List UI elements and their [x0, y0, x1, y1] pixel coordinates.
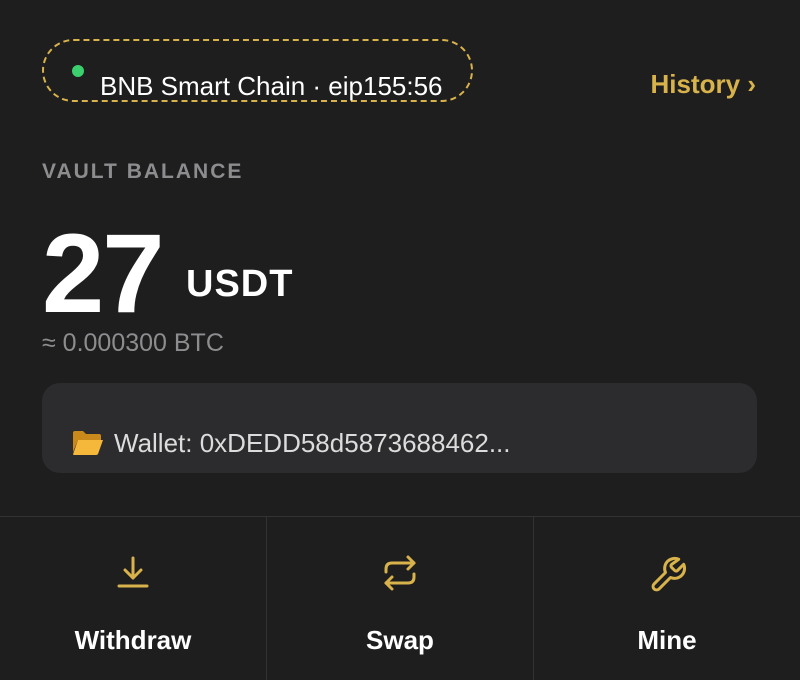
balance-btc-conversion: ≈ 0.000300 BTC — [42, 329, 224, 357]
wallet-address: Wallet: 0xDEDD58d5873688462... — [114, 428, 511, 458]
action-bar: Withdraw Swap Mine — [0, 517, 800, 680]
withdraw-label: Withdraw — [74, 625, 192, 655]
balance-amount: 27 — [42, 211, 165, 336]
wallet-card[interactable]: Wallet: 0xDEDD58d5873688462... — [42, 383, 757, 473]
history-link[interactable]: History › — [651, 68, 756, 100]
vault-screen: BNB Smart Chain · eip155:56 History › VA… — [0, 0, 800, 680]
swap-button[interactable]: Swap — [266, 517, 533, 680]
withdraw-button[interactable]: Withdraw — [0, 517, 266, 680]
download-icon — [117, 556, 149, 588]
network-selector[interactable]: BNB Smart Chain · eip155:56 — [42, 39, 473, 102]
mine-button[interactable]: Mine — [533, 517, 800, 680]
wallet-row: Wallet: 0xDEDD58d5873688462... — [72, 427, 511, 459]
network-label: BNB Smart Chain · eip155:56 — [100, 71, 443, 101]
network-status-dot — [72, 65, 84, 77]
vault-balance-label: VAULT BALANCE — [42, 160, 244, 183]
balance-unit: USDT — [186, 263, 294, 305]
folder-open-icon — [73, 431, 103, 455]
swap-label: Swap — [366, 625, 434, 655]
wrench-icon — [651, 556, 687, 592]
mine-label: Mine — [637, 625, 697, 655]
swap-arrows-icon — [384, 555, 416, 591]
